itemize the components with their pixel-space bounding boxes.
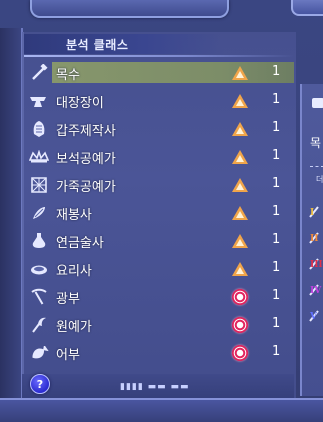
- class-count: 1: [272, 92, 281, 107]
- crafting-triangle-icon: [229, 231, 251, 251]
- crafting-triangle-icon: [229, 91, 251, 111]
- crafting-triangle-icon: [229, 259, 251, 279]
- class-name: 어부: [56, 348, 80, 363]
- grade-numeral: I: [310, 208, 315, 218]
- gathering-circle-icon: [229, 315, 251, 335]
- grade-item[interactable]: II: [306, 230, 323, 248]
- class-name: 요리사: [56, 264, 92, 279]
- gathering-circle-icon: [229, 287, 251, 307]
- selected-row-highlight: [52, 62, 294, 83]
- crafting-triangle-icon: [229, 203, 251, 223]
- class-count: 1: [272, 120, 281, 135]
- class-row[interactable]: 가죽공예가 1: [24, 174, 294, 200]
- class-name: 원예가: [56, 320, 92, 335]
- class-name: 목수: [56, 68, 80, 83]
- gathering-circle-icon: [229, 343, 251, 363]
- class-count: 1: [272, 260, 281, 275]
- class-row[interactable]: 요리사 1: [24, 258, 294, 284]
- crafting-triangle-icon: [229, 63, 251, 83]
- grade-numeral: II: [310, 234, 319, 244]
- left-rail: [0, 28, 23, 398]
- flask-icon: [28, 231, 50, 251]
- detail-label: 목: [310, 136, 322, 150]
- class-row[interactable]: 원예가 1: [24, 314, 294, 340]
- class-row[interactable]: 광부 1: [24, 286, 294, 312]
- bottom-decoration: ▮▮▮▮ ▬▬ ▬▬: [120, 382, 190, 392]
- class-count: 1: [272, 204, 281, 219]
- section-header: 분석 클래스: [24, 34, 224, 54]
- grade-item[interactable]: III: [306, 256, 323, 274]
- grade-numeral: V: [310, 312, 317, 322]
- class-count: 1: [272, 176, 281, 191]
- class-name: 갑주제작사: [56, 124, 116, 139]
- sickle-icon: [28, 315, 50, 335]
- class-row[interactable]: 갑주제작사 1: [24, 118, 294, 144]
- class-name: 재봉사: [56, 208, 92, 223]
- class-row[interactable]: 목수 1: [24, 62, 294, 88]
- grade-item[interactable]: IV: [306, 282, 323, 300]
- class-count: 1: [272, 148, 281, 163]
- camera-icon[interactable]: [312, 98, 323, 108]
- class-row[interactable]: 재봉사 1: [24, 202, 294, 228]
- class-row[interactable]: 보석공예가 1: [24, 146, 294, 172]
- grade-numeral: IV: [310, 286, 322, 296]
- detail-side-panel: 목 더 I II III IV V: [300, 84, 323, 396]
- help-button[interactable]: ?: [30, 374, 50, 394]
- top-right-plate: [291, 0, 323, 16]
- leather-hide-icon: [28, 175, 50, 195]
- gem-crown-icon: [28, 147, 50, 167]
- crafting-triangle-icon: [229, 175, 251, 195]
- needle-thread-icon: [28, 203, 50, 223]
- cooking-pan-icon: [28, 259, 50, 279]
- section-divider: [24, 55, 294, 57]
- class-row[interactable]: 대장장이 1: [24, 90, 294, 116]
- bottom-edge: [0, 398, 323, 422]
- section-title: 분석 클래스: [66, 38, 129, 52]
- grade-item[interactable]: V: [306, 308, 323, 326]
- crafting-triangle-icon: [229, 119, 251, 139]
- class-count: 1: [272, 64, 281, 79]
- detail-small-label: 더: [316, 175, 323, 184]
- hammer-saw-icon: [28, 63, 50, 83]
- class-row[interactable]: 연금술사 1: [24, 230, 294, 256]
- armor-icon: [28, 119, 50, 139]
- class-count: 1: [272, 344, 281, 359]
- class-row[interactable]: 어부 1: [24, 342, 294, 368]
- class-name: 대장장이: [56, 96, 104, 111]
- class-count: 1: [272, 316, 281, 331]
- class-name: 연금술사: [56, 236, 104, 251]
- grade-numeral: III: [310, 260, 323, 270]
- class-count: 1: [272, 232, 281, 247]
- top-bar-plate: [30, 0, 229, 18]
- class-name: 광부: [56, 292, 80, 307]
- class-name: 보석공예가: [56, 152, 116, 167]
- class-name: 가죽공예가: [56, 180, 116, 195]
- grade-item[interactable]: I: [306, 204, 323, 222]
- fish-icon: [28, 343, 50, 363]
- crafting-triangle-icon: [229, 147, 251, 167]
- detail-divider: [310, 166, 323, 167]
- pickaxe-icon: [28, 287, 50, 307]
- class-count: 1: [272, 288, 281, 303]
- anvil-icon: [28, 91, 50, 111]
